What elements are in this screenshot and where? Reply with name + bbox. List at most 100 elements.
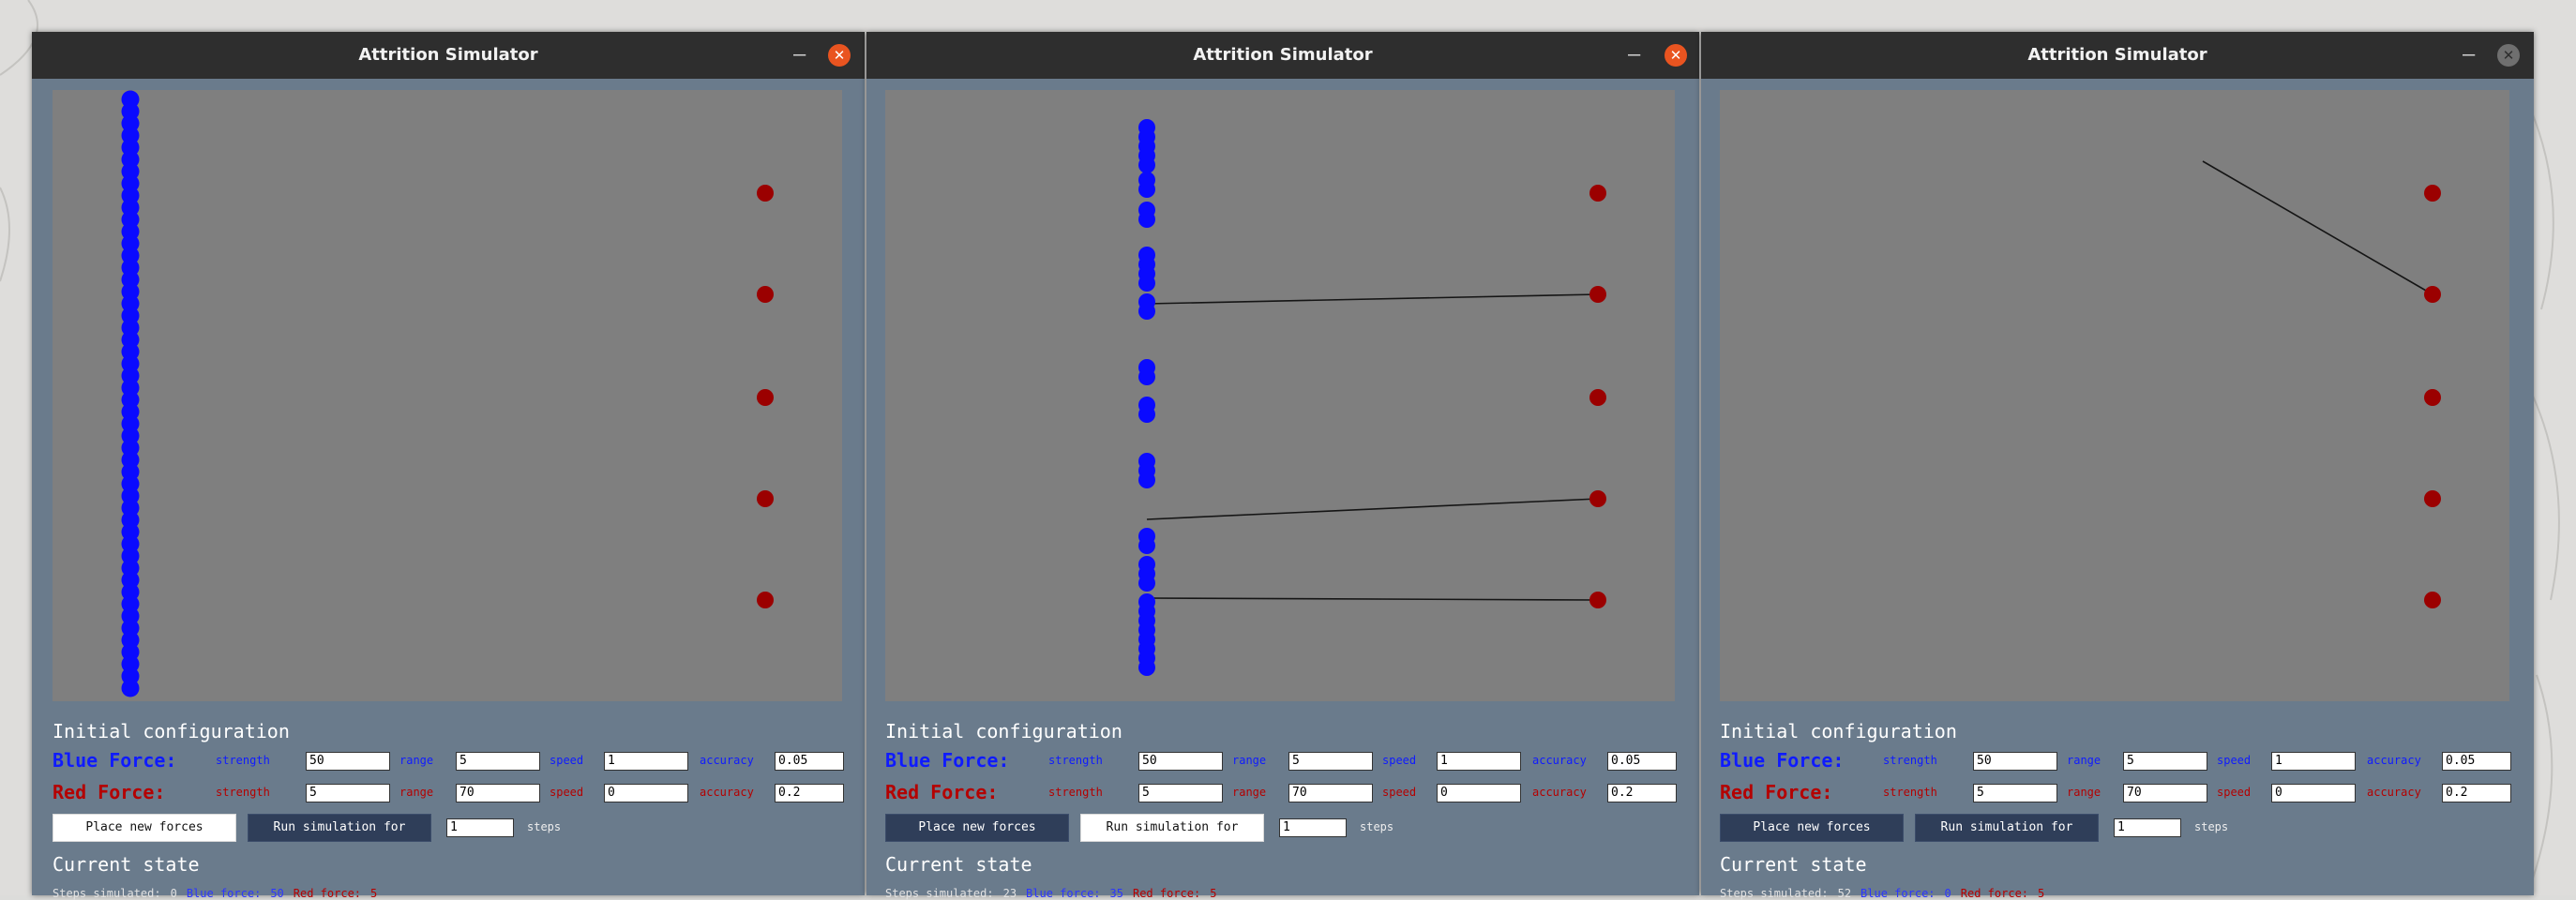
blue-unit [1138, 211, 1155, 228]
minimize-icon[interactable]: – [1628, 32, 1640, 79]
blue-speed-label: speed [2217, 754, 2252, 767]
steps-input[interactable]: 1 [446, 818, 514, 837]
red-accuracy-input[interactable]: 0.2 [2442, 784, 2511, 802]
close-icon[interactable]: ✕ [2497, 44, 2520, 67]
blue-range-input[interactable]: 5 [1288, 752, 1373, 771]
red-unit [2424, 286, 2441, 303]
steps-label: steps [2194, 820, 2229, 833]
red-force-row: Red Force: strength 5 range 70 speed 0 a… [1720, 781, 2526, 804]
blue-speed-input[interactable]: 1 [1437, 752, 1521, 771]
blue-unit [1138, 575, 1155, 592]
red-range-input[interactable]: 70 [2123, 784, 2207, 802]
blue-force-count: 50 [270, 887, 284, 900]
red-strength-input[interactable]: 5 [306, 784, 390, 802]
current-state-heading: Current state [1720, 853, 1867, 876]
blue-unit [1138, 406, 1155, 423]
steps-label: steps [527, 820, 562, 833]
blue-force-units [121, 90, 140, 698]
steps-input[interactable]: 1 [1279, 818, 1347, 837]
red-unit [2424, 592, 2441, 608]
blue-range-input[interactable]: 5 [456, 752, 540, 771]
red-accuracy-label: accuracy [2367, 786, 2421, 799]
simulator-window-3: Attrition Simulator – ✕ Initial configur… [1701, 32, 2534, 900]
red-accuracy-input[interactable]: 0.2 [775, 784, 844, 802]
battlefield [2202, 160, 2441, 608]
red-range-input[interactable]: 70 [1288, 784, 1373, 802]
status-line: Steps simulated: 52 Blue force: 0 Red force:… [1720, 887, 2054, 900]
battlefield-canvas [885, 90, 1675, 701]
red-speed-input[interactable]: 0 [1437, 784, 1521, 802]
red-range-input[interactable]: 70 [456, 784, 540, 802]
place-new-forces-button[interactable]: Place new forces [53, 814, 236, 842]
red-speed-label: speed [2217, 786, 2252, 799]
steps-simulated-label: Steps simulated: [53, 887, 161, 900]
initial-configuration-heading: Initial configuration [53, 720, 290, 742]
red-force-status-label: Red force: [1132, 887, 1201, 900]
blue-speed-input[interactable]: 1 [2271, 752, 2356, 771]
blue-accuracy-input[interactable]: 0.05 [2442, 752, 2511, 771]
title-bar[interactable]: Attrition Simulator – ✕ [1701, 32, 2534, 79]
red-unit [757, 286, 774, 303]
red-force-units [757, 185, 774, 608]
red-accuracy-input[interactable]: 0.2 [1607, 784, 1677, 802]
red-unit [2424, 490, 2441, 507]
blue-accuracy-input[interactable]: 0.05 [1607, 752, 1677, 771]
engagement-line [1146, 293, 1599, 305]
control-panel: Initial configuration Blue Force: streng… [1701, 711, 2534, 900]
blue-speed-label: speed [1382, 754, 1417, 767]
window-title: Attrition Simulator [1193, 45, 1373, 65]
minimize-icon[interactable]: – [793, 32, 806, 79]
red-strength-input[interactable]: 5 [1973, 784, 2057, 802]
blue-force-row: Blue Force: strength 50 range 5 speed 1 … [53, 749, 859, 772]
red-unit [2424, 389, 2441, 406]
place-new-forces-button[interactable]: Place new forces [885, 814, 1069, 842]
blue-unit [1138, 368, 1155, 385]
red-speed-input[interactable]: 0 [604, 784, 688, 802]
blue-unit [1138, 472, 1155, 488]
minimize-icon[interactable]: – [2463, 32, 2475, 79]
steps-simulated-label: Steps simulated: [885, 887, 994, 900]
steps-simulated-value: 52 [1837, 887, 1852, 900]
red-force-units [2424, 185, 2441, 608]
red-unit [1589, 490, 1606, 507]
initial-configuration-heading: Initial configuration [1720, 720, 1957, 742]
red-unit [2424, 185, 2441, 202]
blue-force-status-label: Blue force: [1860, 887, 1936, 900]
red-unit [757, 185, 774, 202]
blue-strength-input[interactable]: 50 [1973, 752, 2057, 771]
red-force-count: 5 [2038, 887, 2045, 900]
engagement-lines [2202, 160, 2433, 295]
red-speed-label: speed [550, 786, 584, 799]
run-simulation-button[interactable]: Run simulation for [248, 814, 431, 842]
blue-speed-label: speed [550, 754, 584, 767]
steps-input[interactable]: 1 [2114, 818, 2181, 837]
red-force-label: Red Force: [1720, 781, 1833, 803]
close-icon[interactable]: ✕ [828, 44, 851, 67]
battlefield-canvas [53, 90, 842, 701]
title-bar[interactable]: Attrition Simulator – ✕ [32, 32, 865, 79]
close-icon[interactable]: ✕ [1665, 44, 1687, 67]
blue-force-count: 0 [1944, 887, 1951, 900]
blue-accuracy-input[interactable]: 0.05 [775, 752, 844, 771]
engagement-lines [1146, 293, 1599, 601]
blue-force-row: Blue Force: strength 50 range 5 speed 1 … [885, 749, 1692, 772]
blue-range-input[interactable]: 5 [2123, 752, 2207, 771]
red-speed-input[interactable]: 0 [2271, 784, 2356, 802]
current-state-heading: Current state [53, 853, 200, 876]
blue-accuracy-label: accuracy [1532, 754, 1587, 767]
red-unit [1589, 286, 1606, 303]
blue-strength-input[interactable]: 50 [1138, 752, 1223, 771]
status-line: Steps simulated: 23 Blue force: 35 Red force… [885, 887, 1226, 900]
red-strength-input[interactable]: 5 [1138, 784, 1223, 802]
red-force-label: Red Force: [53, 781, 166, 803]
blue-strength-input[interactable]: 50 [306, 752, 390, 771]
run-simulation-button[interactable]: Run simulation for [1915, 814, 2099, 842]
run-simulation-button[interactable]: Run simulation for [1080, 814, 1264, 842]
title-bar[interactable]: Attrition Simulator – ✕ [866, 32, 1699, 79]
place-new-forces-button[interactable]: Place new forces [1720, 814, 1904, 842]
blue-speed-input[interactable]: 1 [604, 752, 688, 771]
blue-force-count: 35 [1109, 887, 1123, 900]
simulator-window-2: Attrition Simulator – ✕ Initial configur… [866, 32, 1699, 900]
blue-force-status-label: Blue force: [186, 887, 262, 900]
blue-accuracy-label: accuracy [2367, 754, 2421, 767]
